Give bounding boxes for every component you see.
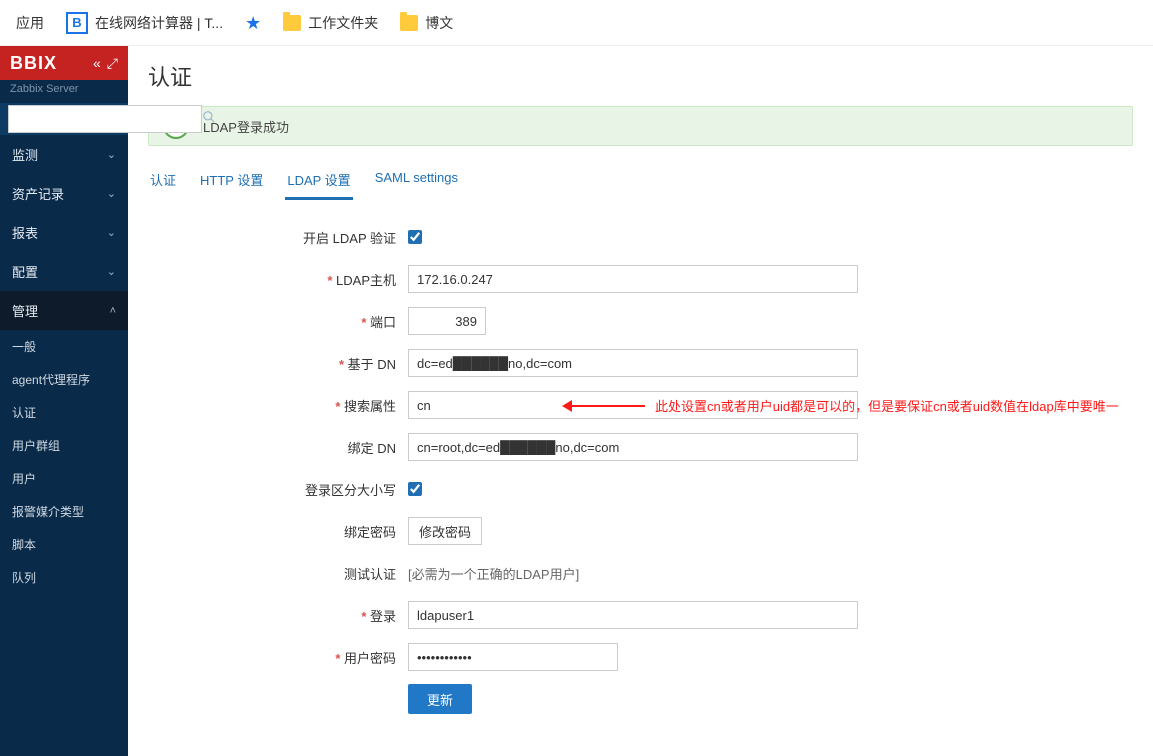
bookmark-work-folder[interactable]: 工作文件夹 [283,13,378,33]
sidebar-item-inventory[interactable]: 资产记录 ⌄ [0,174,128,213]
update-button[interactable]: 更新 [408,684,472,714]
bookmark-label: 在线网络计算器 | T... [95,13,223,33]
ldap-host-label: LDAP主机 [148,270,408,289]
row-ldap-host: LDAP主机 [148,264,1133,294]
row-test-auth: 测试认证 [必需为一个正确的LDAP用户] [148,558,1133,588]
success-alert: ✓ LDAP登录成功 [148,106,1133,146]
sidebar-sub-media[interactable]: 报警媒介类型 [0,495,128,528]
sidebar-search[interactable] [0,103,128,135]
row-enable-ldap: 开启 LDAP 验证 [148,222,1133,252]
bind-dn-label: 绑定 DN [148,438,408,457]
chevron-down-icon: ⌄ [107,226,116,239]
ldap-port-input[interactable] [408,307,486,335]
calc-icon: B [66,12,88,34]
sidebar-collapse-toggle[interactable]: « ⤢ [93,55,118,72]
search-icon[interactable] [202,110,216,128]
base-dn-label: 基于 DN [148,354,408,373]
row-user-password: 用户密码 [148,642,1133,672]
server-label: Zabbix Server [0,80,128,103]
change-password-button[interactable]: 修改密码 [408,517,482,545]
folder-icon [283,15,301,31]
row-search-attr: 搜索属性 此处设置cn或者用户uid都是可以的，但是要保证cn或者uid数值在l… [148,390,1133,420]
tab-saml[interactable]: SAML settings [373,160,460,200]
sidebar-sub-queue[interactable]: 队列 [0,561,128,594]
sidebar-item-label: 监测 [12,145,38,164]
ldap-form: 开启 LDAP 验证 LDAP主机 端口 基于 DN 搜索属性 此 [128,212,1153,756]
chevron-down-icon: ⌄ [107,148,116,161]
bookmark-star[interactable]: ★ [245,14,261,32]
tab-http[interactable]: HTTP 设置 [198,160,265,200]
row-submit: 更新 [148,684,1133,714]
test-auth-label: 测试认证 [148,564,408,583]
login-input[interactable] [408,601,858,629]
tab-auth[interactable]: 认证 [148,160,178,200]
test-auth-hint: [必需为一个正确的LDAP用户] [408,564,579,583]
search-attr-input[interactable] [408,391,858,419]
brand-logo: BBIX [10,53,57,74]
chevron-down-icon: ⌄ [107,265,116,278]
row-base-dn: 基于 DN [148,348,1133,378]
search-attr-label: 搜索属性 [148,396,408,415]
user-password-label: 用户密码 [148,648,408,667]
row-login: 登录 [148,600,1133,630]
sidebar-item-label: 配置 [12,262,38,281]
bookmark-label: 博文 [425,13,453,33]
bookmark-apps[interactable]: 应用 [16,13,44,33]
star-icon: ★ [245,14,261,32]
sidebar-item-report[interactable]: 报表 ⌄ [0,213,128,252]
tab-ldap[interactable]: LDAP 设置 [285,160,352,200]
row-ldap-port: 端口 [148,306,1133,336]
enable-ldap-label: 开启 LDAP 验证 [148,228,408,247]
bookmark-blog[interactable]: 博文 [400,13,453,33]
app-frame: BBIX « ⤢ Zabbix Server 监测 ⌄ 资产记录 ⌄ 报表 ⌄ … [0,46,1153,756]
row-bind-dn: 绑定 DN [148,432,1133,462]
chevron-up-icon: ˄ [110,305,116,317]
chevron-left-icon: « [93,55,101,72]
sidebar-top: BBIX « ⤢ [0,46,128,80]
sidebar-sub-user[interactable]: 用户 [0,462,128,495]
search-input[interactable] [8,105,202,133]
sidebar-item-label: 管理 [12,301,38,320]
bind-password-label: 绑定密码 [148,522,408,541]
sidebar-sub-usergroup[interactable]: 用户群组 [0,429,128,462]
main-content: 认证 ✓ LDAP登录成功 认证 HTTP 设置 LDAP 设置 SAML se… [128,46,1153,756]
ldap-port-label: 端口 [148,312,408,331]
browser-bookmarks-bar: 应用 B 在线网络计算器 | T... ★ 工作文件夹 博文 [0,0,1153,46]
user-password-input[interactable] [408,643,618,671]
tabs: 认证 HTTP 设置 LDAP 设置 SAML settings [128,160,1153,200]
base-dn-input[interactable] [408,349,858,377]
case-sensitive-checkbox[interactable] [408,482,422,496]
bind-dn-input[interactable] [408,433,858,461]
sidebar-sub-auth[interactable]: 认证 [0,396,128,429]
sidebar-item-label: 报表 [12,223,38,242]
sidebar-item-admin[interactable]: 管理 ˄ [0,291,128,330]
login-label: 登录 [148,606,408,625]
sidebar-item-monitor[interactable]: 监测 ⌄ [0,135,128,174]
row-bind-password: 绑定密码 修改密码 [148,516,1133,546]
sidebar-item-config[interactable]: 配置 ⌄ [0,252,128,291]
chevron-down-icon: ⌄ [107,187,116,200]
case-sensitive-label: 登录区分大小写 [148,480,408,499]
enable-ldap-checkbox[interactable] [408,230,422,244]
ldap-host-input[interactable] [408,265,858,293]
bookmark-label: 工作文件夹 [308,13,378,33]
row-case-sensitive: 登录区分大小写 [148,474,1133,504]
sidebar-sub-script[interactable]: 脚本 [0,528,128,561]
bookmark-calc[interactable]: B 在线网络计算器 | T... [66,12,223,34]
sidebar-sub-general[interactable]: 一般 [0,330,128,363]
sidebar-sub-agent[interactable]: agent代理程序 [0,363,128,396]
sidebar: BBIX « ⤢ Zabbix Server 监测 ⌄ 资产记录 ⌄ 报表 ⌄ … [0,46,128,756]
sidebar-item-label: 资产记录 [12,184,64,203]
folder-icon [400,15,418,31]
collapse-icon: ⤢ [107,55,118,72]
bookmark-label: 应用 [16,13,44,33]
page-title: 认证 [128,46,1153,102]
